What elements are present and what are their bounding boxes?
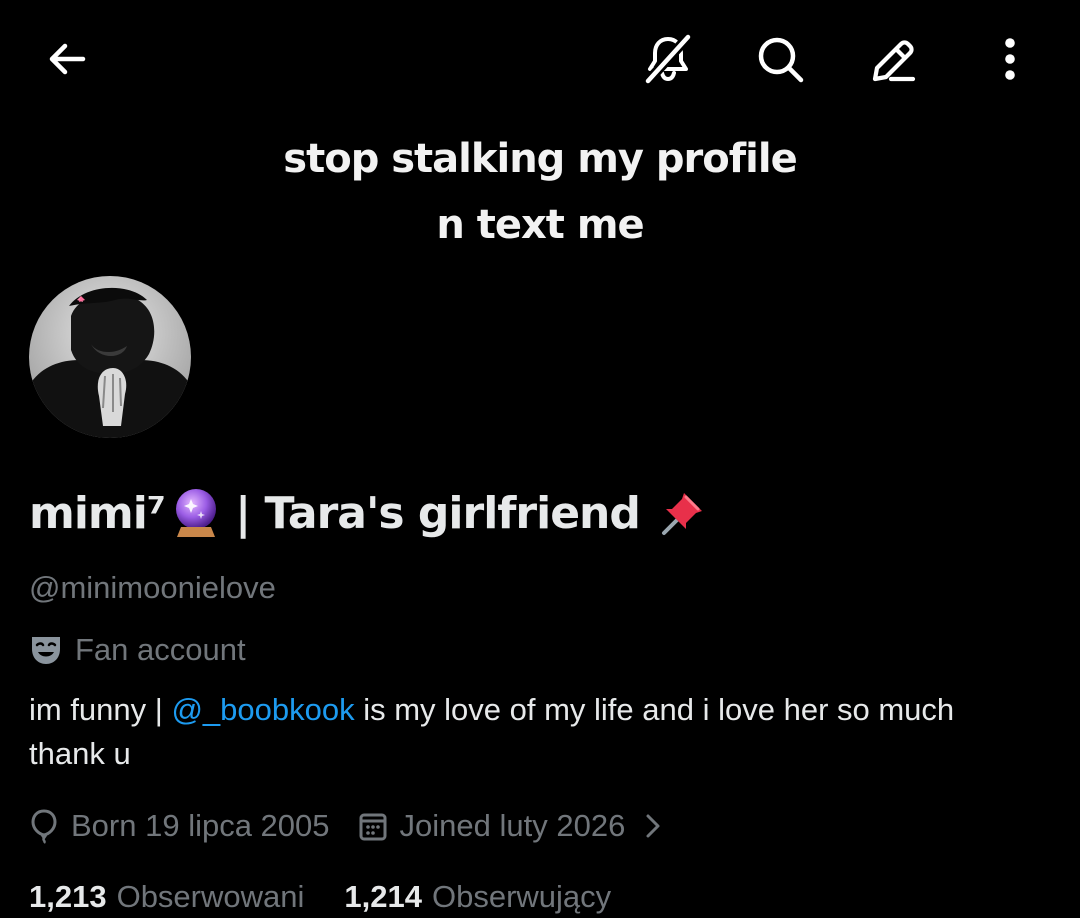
follow-stats: 1,213 Obserwowani 1,214 Obserwujący xyxy=(29,876,611,918)
edit-pen-icon xyxy=(872,40,916,82)
banner-text-line-2: n text me xyxy=(436,202,644,248)
profile-banner[interactable]: stop stalking my profile n text me xyxy=(0,120,1080,280)
display-name: mimi⁷ | Tara's girlfriend xyxy=(29,478,708,548)
edit-profile-button[interactable] xyxy=(861,27,925,91)
arrow-left-icon xyxy=(49,43,86,75)
category-label: Fan account xyxy=(75,632,246,667)
display-name-suffix: | Tara's girlfriend xyxy=(235,487,641,539)
pushpin-icon xyxy=(661,493,702,535)
balloon-icon xyxy=(31,809,57,844)
following-label: Obserwowani xyxy=(116,879,305,914)
more-options-button[interactable] xyxy=(978,27,1042,91)
profile-meta: Born 19 lipca 2005 Joined luty 2026 xyxy=(29,804,675,848)
avatar-photo xyxy=(29,276,191,438)
followers-label: Obserwujący xyxy=(431,879,612,914)
bio-text-start: im funny | xyxy=(29,692,172,727)
more-vertical-icon xyxy=(1005,38,1015,80)
joined-item[interactable]: Joined luty 2026 xyxy=(358,808,676,844)
profile-avatar[interactable] xyxy=(29,276,191,438)
calendar-icon xyxy=(359,813,387,841)
joined-details-chevron[interactable] xyxy=(643,811,675,841)
following-count: 1,213 xyxy=(29,879,107,914)
banner-text-line-1: stop stalking my profile xyxy=(283,136,797,182)
joined-text: Joined luty 2026 xyxy=(399,808,626,843)
top-bar xyxy=(0,0,1080,120)
chevron-right-icon xyxy=(646,814,660,838)
username-handle: @minimoonielove xyxy=(29,570,276,605)
search-icon xyxy=(758,37,804,83)
birthday-item: Born 19 lipca 2005 xyxy=(29,808,330,844)
display-name-text: mimi⁷ xyxy=(29,487,166,539)
profile-category: Fan account xyxy=(29,630,246,670)
following-link[interactable]: 1,213 Obserwowani xyxy=(29,879,304,915)
birthday-text: Born 19 lipca 2005 xyxy=(71,808,330,843)
crystal-ball-icon xyxy=(176,489,217,537)
search-button[interactable] xyxy=(748,27,812,91)
mute-notifications-button[interactable] xyxy=(636,27,700,91)
followers-link[interactable]: 1,214 Obserwujący xyxy=(344,879,611,915)
performing-arts-mask-icon xyxy=(32,637,60,664)
mute-notifications-icon xyxy=(643,32,693,86)
bio-mention-link[interactable]: @_boobkook xyxy=(171,692,354,727)
followers-count: 1,214 xyxy=(344,879,422,914)
profile-bio: im funny | @_boobkook is my love of my l… xyxy=(29,688,1029,776)
back-button[interactable] xyxy=(35,27,99,91)
